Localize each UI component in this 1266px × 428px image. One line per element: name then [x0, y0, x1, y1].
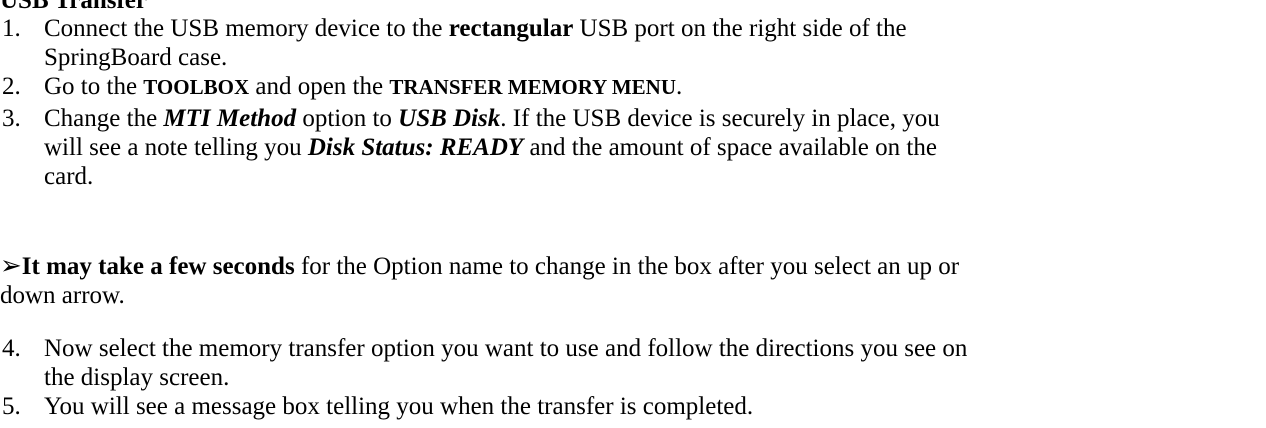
text-run: and the amount of space available on the [523, 134, 937, 161]
text-run: USB port on the right side of the [573, 15, 907, 42]
note-lead: It may take a few seconds [21, 253, 295, 280]
list-item-text: Go to the TOOLBOX and open the TRANSFER … [44, 72, 1194, 102]
text-run: card. [44, 163, 94, 190]
text-run: Change the [44, 105, 164, 132]
text-run: SpringBoard case. [44, 44, 228, 71]
emphasis-bold-italic: MTI Method [163, 105, 297, 132]
text-run: the display screen. [44, 364, 230, 391]
menu-term-transfer-memory-menu: TRANSFER MEMORY MENU [389, 75, 676, 99]
text-run: . [675, 73, 683, 100]
list-item-text: Change the MTI Method option to USB Disk… [44, 104, 1194, 191]
note-paragraph: ➢It may take a few seconds for the Optio… [0, 252, 1230, 310]
text-run: You will see a message box telling you w… [44, 393, 754, 420]
list-number: 5. [2, 393, 21, 420]
text-run: Now select the memory transfer option yo… [44, 335, 968, 362]
text-run: Go to the [44, 73, 144, 100]
document-page: USB Transfer 1. Connect the USB memory d… [0, 0, 1266, 428]
list-item-text: Connect the USB memory device to the rec… [44, 14, 1194, 72]
text-run: option to [296, 105, 399, 132]
list-number: 3. [2, 105, 21, 132]
right-arrow-icon: ➢ [0, 251, 22, 281]
text-run: and open the [249, 73, 390, 100]
list-number: 2. [2, 73, 21, 100]
list-number: 1. [2, 15, 21, 42]
emphasis-bold-italic: USB Disk [398, 105, 501, 132]
text-run: for the Option name to change in the box… [294, 253, 960, 280]
emphasis-bold-italic: Disk Status: READY [307, 134, 524, 161]
emphasis-bold: rectangular [448, 15, 574, 42]
list-item-text: You will see a message box telling you w… [44, 392, 1194, 421]
text-run: will see a note telling you [44, 134, 308, 161]
menu-term-toolbox: TOOLBOX [143, 75, 250, 99]
text-run: . If the USB device is securely in place… [500, 105, 940, 132]
list-item-text: Now select the memory transfer option yo… [44, 334, 1194, 392]
text-run: down arrow. [0, 282, 125, 309]
section-heading: USB Transfer [0, 0, 147, 14]
text-run: Connect the USB memory device to the [44, 15, 449, 42]
list-number: 4. [2, 335, 21, 362]
